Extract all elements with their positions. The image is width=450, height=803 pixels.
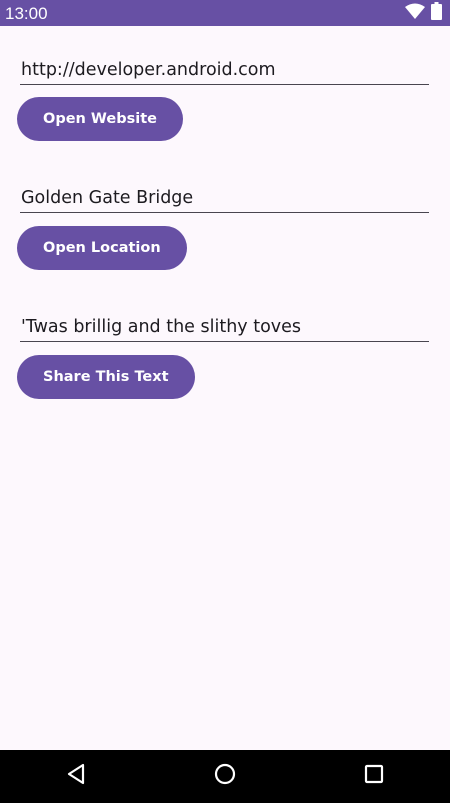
share-text-input[interactable]: [21, 317, 421, 337]
wifi-icon: [405, 3, 425, 24]
status-icons: [405, 1, 442, 25]
open-location-button[interactable]: Open Location: [17, 226, 187, 270]
battery-icon: [431, 1, 442, 25]
back-icon: [66, 763, 86, 790]
location-field[interactable]: [20, 179, 429, 213]
back-button[interactable]: [63, 763, 89, 789]
navigation-bar: [0, 750, 450, 803]
home-icon: [214, 763, 236, 790]
website-url-field[interactable]: [20, 51, 429, 85]
open-website-button[interactable]: Open Website: [17, 97, 183, 141]
share-text-button[interactable]: Share This Text: [17, 355, 195, 399]
website-url-input[interactable]: [21, 60, 421, 80]
status-time: 13:00: [5, 4, 48, 23]
recents-icon: [364, 764, 384, 789]
location-input[interactable]: [21, 188, 421, 208]
home-button[interactable]: [212, 763, 238, 789]
app-screen: 13:00 Open Website Open Locat: [0, 0, 450, 803]
share-text-field[interactable]: [20, 308, 429, 342]
status-bar: 13:00: [0, 0, 450, 26]
recents-button[interactable]: [361, 763, 387, 789]
